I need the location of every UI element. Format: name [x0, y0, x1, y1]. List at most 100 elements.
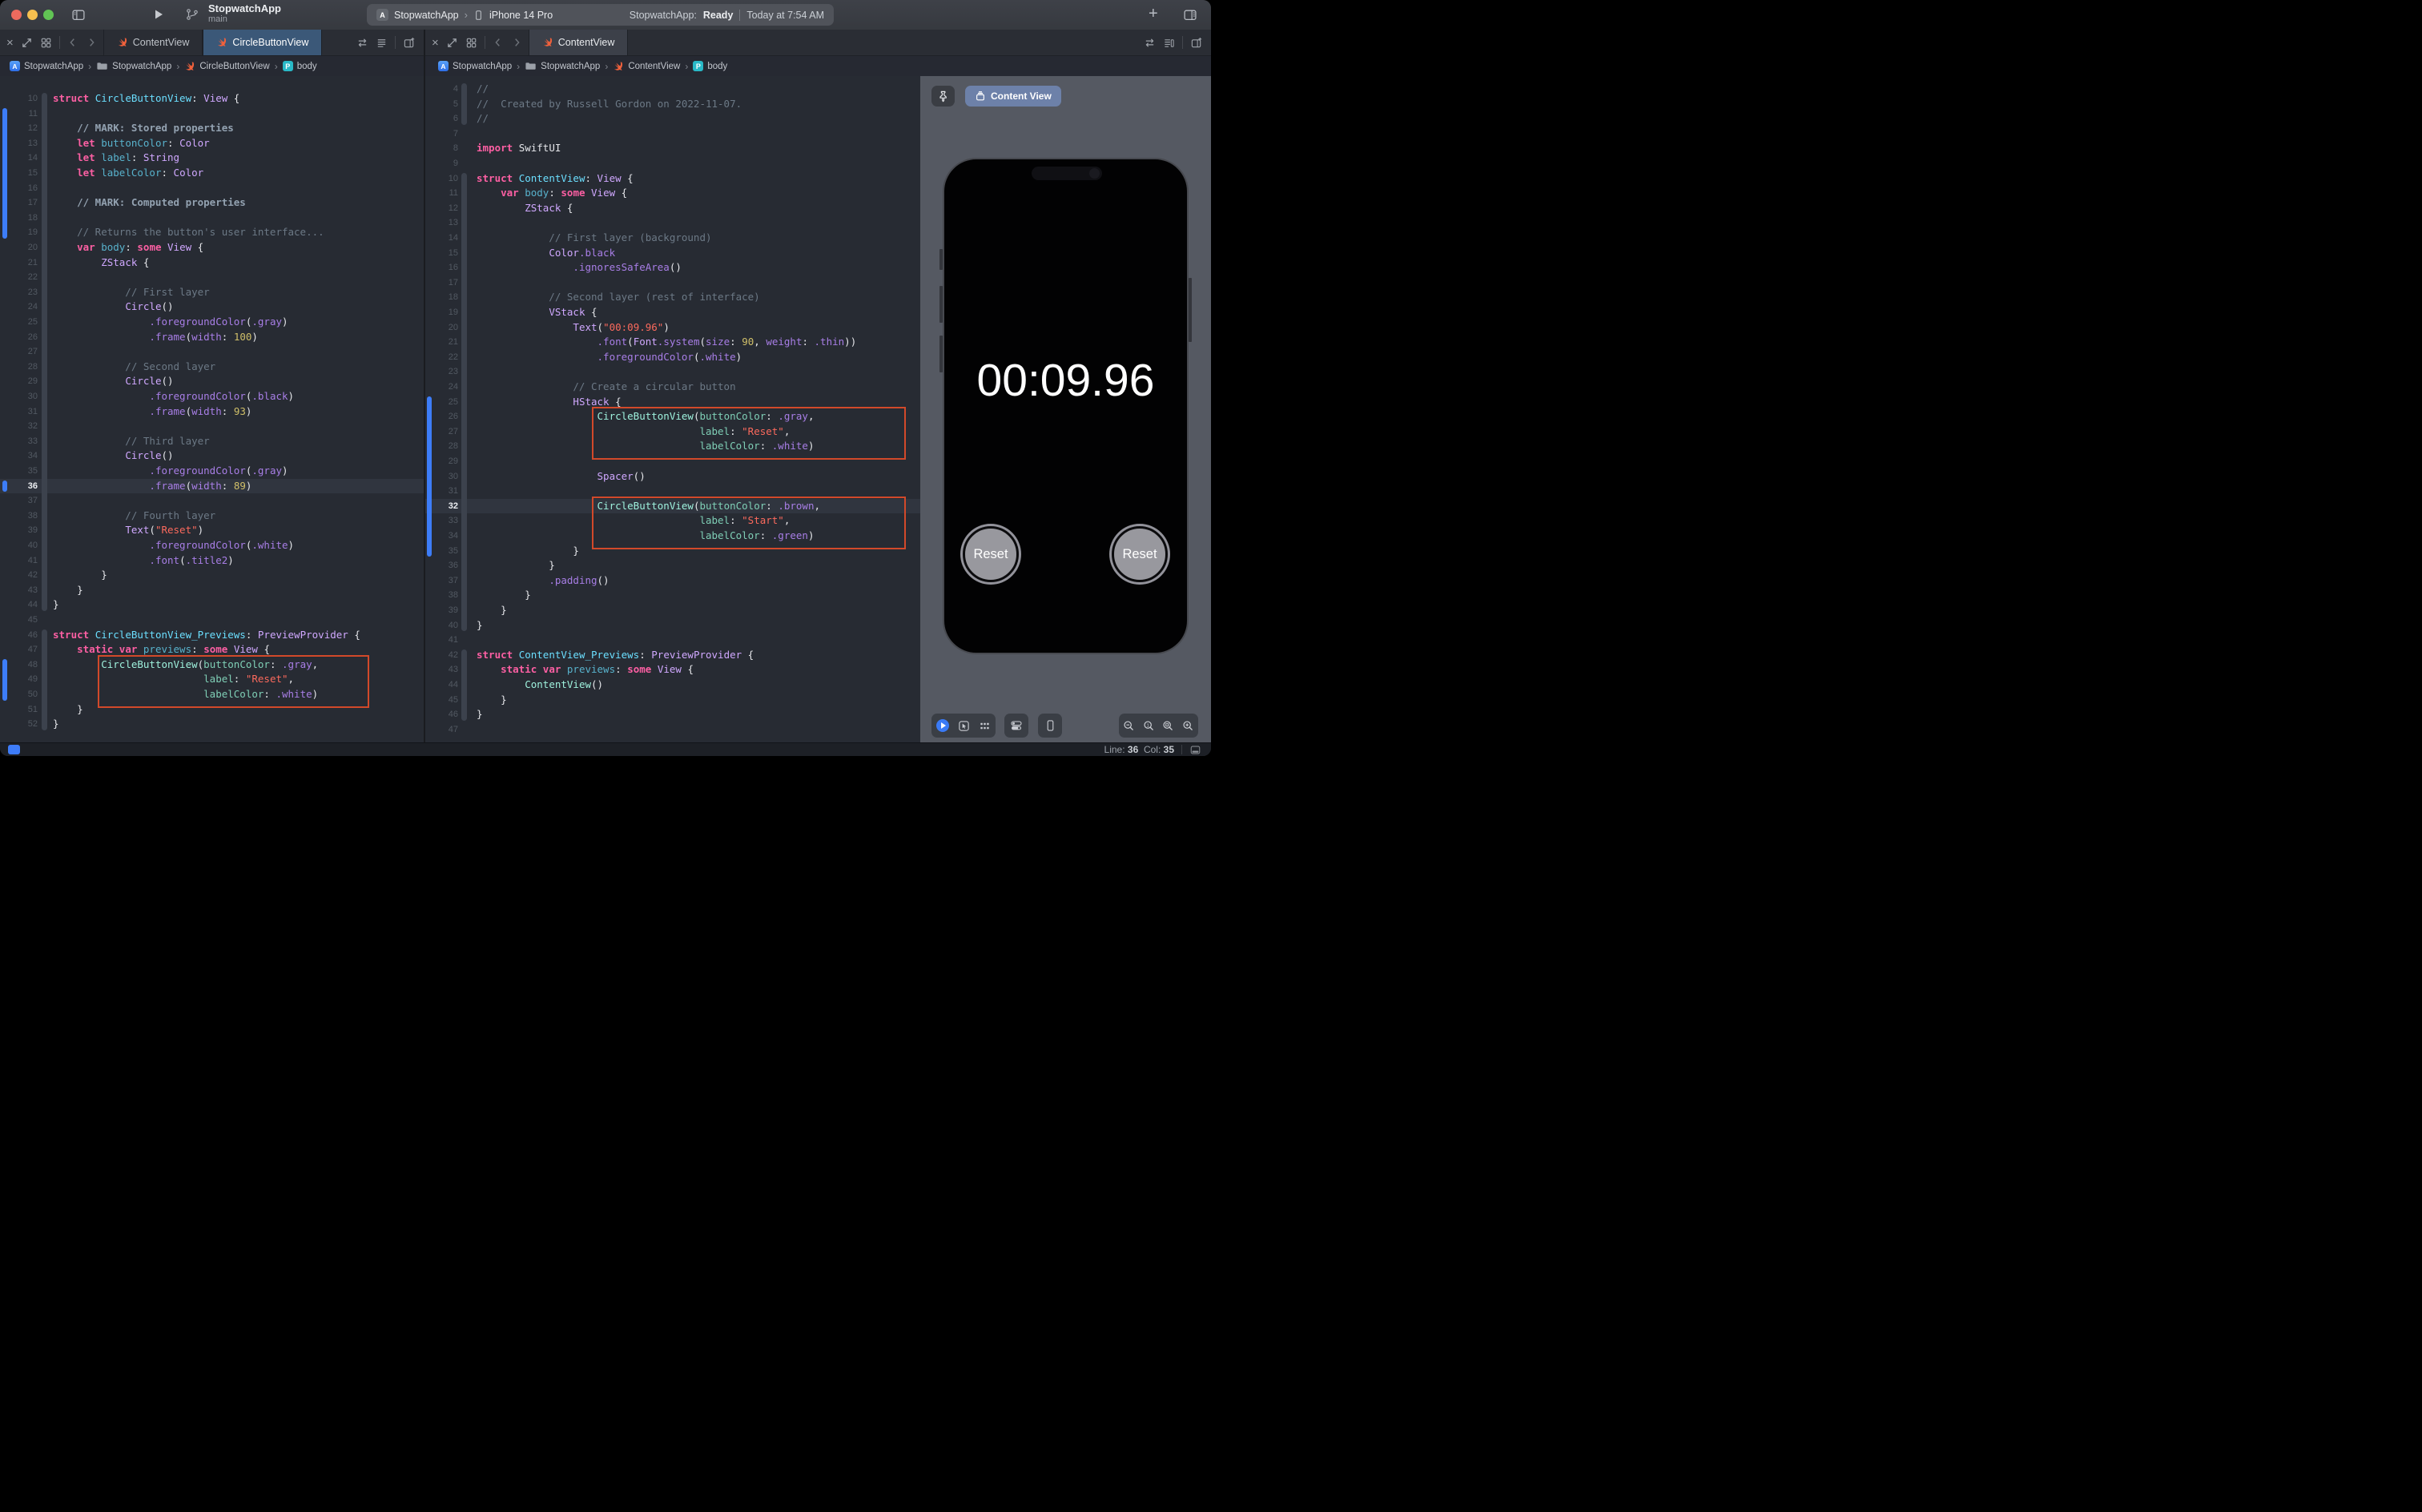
code-line[interactable]: .foregroundColor(.black)	[53, 389, 294, 404]
zoom-window-button[interactable]	[43, 10, 54, 20]
line-number[interactable]: 18	[425, 290, 458, 305]
code-review-icon[interactable]	[1144, 37, 1156, 49]
code-line[interactable]: .foregroundColor(.gray)	[53, 464, 288, 479]
line-number[interactable]: 20	[0, 240, 38, 255]
code-line[interactable]: VStack {	[477, 305, 597, 320]
code-line[interactable]: Circle()	[53, 300, 174, 315]
code-line[interactable]: }	[53, 597, 59, 613]
line-number[interactable]: 36	[425, 558, 458, 573]
line-number[interactable]: 17	[425, 275, 458, 291]
expand-editor-icon[interactable]	[446, 37, 458, 49]
code-line[interactable]: // First layer (background)	[477, 231, 712, 246]
tab-circlebuttonview[interactable]: CircleButtonView	[203, 30, 322, 55]
code-line[interactable]: }	[477, 693, 507, 708]
breadcrumb-item[interactable]: AStopwatchApp	[10, 61, 83, 71]
line-number[interactable]: 44	[425, 678, 458, 693]
code-line[interactable]: // MARK: Stored properties	[53, 121, 234, 136]
reset-button-right[interactable]: Reset	[1112, 526, 1168, 582]
line-number[interactable]: 39	[0, 523, 38, 538]
line-number[interactable]: 4	[425, 82, 458, 97]
run-button[interactable]	[152, 8, 165, 21]
line-number[interactable]: 24	[0, 300, 38, 315]
adjust-editor-icon[interactable]	[376, 37, 388, 49]
code-line[interactable]: .frame(width: 93)	[53, 404, 251, 420]
code-line[interactable]: .frame(width: 100)	[53, 330, 258, 345]
minimap-icon[interactable]	[1163, 37, 1175, 49]
line-number[interactable]: 26	[0, 330, 38, 345]
code-line[interactable]: ZStack {	[53, 255, 149, 271]
code-line[interactable]: Circle()	[53, 374, 174, 389]
breadcrumb-item[interactable]: CircleButtonView	[184, 61, 269, 72]
code-line[interactable]: import SwiftUI	[477, 141, 561, 156]
left-code-editor[interactable]: 10struct CircleButtonView: View {1112 //…	[0, 76, 424, 743]
code-line[interactable]: ContentView()	[477, 678, 603, 693]
close-window-button[interactable]	[11, 10, 22, 20]
add-library-button[interactable]: +	[1149, 5, 1158, 23]
line-number[interactable]: 47	[425, 722, 458, 738]
line-number[interactable]: 12	[425, 201, 458, 216]
code-line[interactable]: Color.black	[477, 246, 615, 261]
line-number[interactable]: 21	[425, 335, 458, 350]
code-line[interactable]: }	[53, 702, 83, 718]
code-line[interactable]: var body: some View {	[477, 186, 627, 201]
code-line[interactable]: }	[477, 544, 579, 559]
code-line[interactable]: Text("00:09.96")	[477, 320, 670, 336]
line-number[interactable]: 24	[425, 380, 458, 395]
line-number[interactable]: 51	[0, 702, 38, 718]
code-folding-ribbon[interactable]	[461, 173, 467, 632]
editor-grid-icon[interactable]	[465, 37, 477, 49]
pin-preview-button[interactable]	[931, 86, 955, 107]
close-editor-icon[interactable]: ×	[6, 36, 14, 50]
code-line[interactable]: struct ContentView: View {	[477, 171, 634, 187]
code-line[interactable]: static var previews: some View {	[477, 662, 694, 678]
code-line[interactable]: }	[477, 588, 531, 603]
selectable-mode-button[interactable]	[958, 720, 970, 732]
code-line[interactable]: }	[53, 583, 83, 598]
line-number[interactable]: 19	[425, 305, 458, 320]
scheme-status-capsule[interactable]: A StopwatchApp › iPhone 14 Pro Stopwatch…	[367, 4, 834, 26]
line-number[interactable]: 22	[0, 270, 38, 285]
code-line[interactable]: Spacer()	[477, 469, 646, 485]
code-line[interactable]: //	[477, 82, 489, 97]
line-number[interactable]: 34	[0, 448, 38, 464]
code-line[interactable]: var body: some View {	[53, 240, 203, 255]
code-line[interactable]: .padding()	[477, 573, 610, 589]
run-destination[interactable]: iPhone 14 Pro	[489, 10, 553, 21]
code-line[interactable]: // Third layer	[53, 434, 210, 449]
line-number[interactable]: 22	[425, 350, 458, 365]
close-editor-icon[interactable]: ×	[432, 36, 439, 50]
code-line[interactable]: Text("Reset")	[53, 523, 203, 538]
code-line[interactable]: .ignoresSafeArea()	[477, 260, 682, 275]
forward-button[interactable]	[511, 37, 522, 48]
code-line[interactable]: //	[477, 111, 489, 127]
line-number[interactable]: 6	[425, 111, 458, 127]
reset-button-left[interactable]: Reset	[963, 526, 1019, 582]
code-folding-ribbon[interactable]	[461, 649, 467, 721]
code-line[interactable]: struct ContentView_Previews: PreviewProv…	[477, 648, 754, 663]
add-editor-icon[interactable]	[1190, 37, 1203, 49]
breadcrumb-item[interactable]: Pbody	[693, 61, 727, 71]
code-line[interactable]: }	[477, 558, 555, 573]
line-number[interactable]: 46	[425, 707, 458, 722]
line-number[interactable]: 9	[425, 156, 458, 171]
code-line[interactable]: .font(Font.system(size: 90, weight: .thi…	[477, 335, 856, 350]
line-number[interactable]: 40	[425, 618, 458, 633]
line-number[interactable]: 20	[425, 320, 458, 336]
line-number[interactable]: 43	[0, 583, 38, 598]
breadcrumb-item[interactable]: Pbody	[283, 61, 317, 71]
code-line[interactable]: // Returns the button's user interface..…	[53, 225, 324, 240]
code-line[interactable]: let labelColor: Color	[53, 166, 203, 181]
code-line[interactable]: .foregroundColor(.white)	[53, 538, 294, 553]
code-line[interactable]: .frame(width: 89)	[53, 479, 251, 494]
breadcrumb-item[interactable]: StopwatchApp	[96, 60, 171, 72]
live-preview-button[interactable]	[936, 719, 949, 732]
bottom-bar-toggle[interactable]	[1189, 745, 1201, 755]
code-line[interactable]: ZStack {	[477, 201, 573, 216]
line-number[interactable]: 30	[0, 389, 38, 404]
zoom-out-button[interactable]	[1123, 720, 1135, 732]
line-number[interactable]: 10	[425, 171, 458, 187]
inspector-sidebar-toggle[interactable]	[1182, 8, 1198, 22]
line-number[interactable]: 39	[425, 603, 458, 618]
line-number[interactable]: 5	[425, 97, 458, 112]
code-line[interactable]: struct CircleButtonView: View {	[53, 91, 239, 107]
